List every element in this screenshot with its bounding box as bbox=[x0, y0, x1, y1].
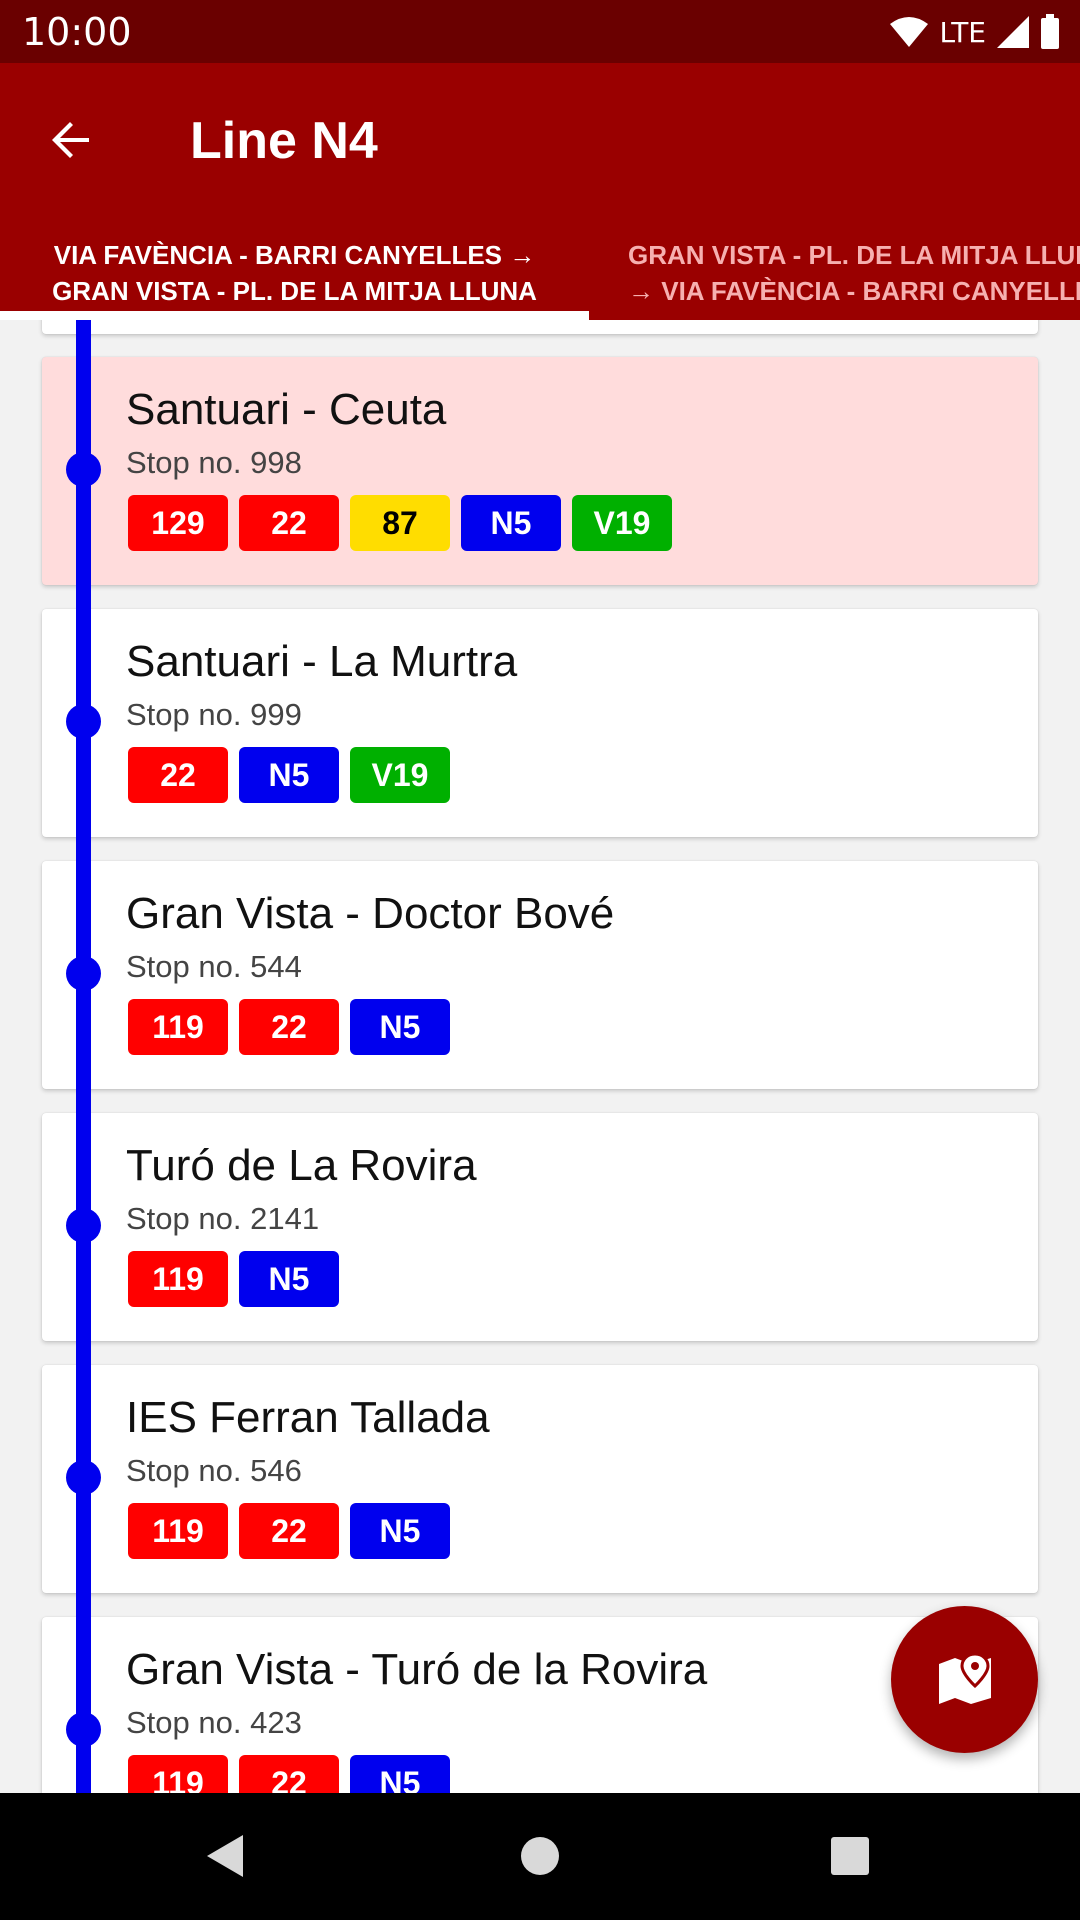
line-badge: 22 bbox=[239, 999, 339, 1055]
list-item[interactable]: Gran Vista - Turó de la Rovira Stop no. 4… bbox=[42, 1617, 1038, 1793]
line-badge: 22 bbox=[239, 1755, 339, 1793]
stop-name: IES Ferran Tallada bbox=[126, 1393, 490, 1442]
list-item[interactable]: Gran Vista - Doctor Bové Stop no. 544 119 2… bbox=[42, 861, 1038, 1089]
list-item[interactable]: Turó de La Rovira Stop no. 2141 119 N5 bbox=[42, 1113, 1038, 1341]
line-badge: 22 bbox=[239, 495, 339, 551]
line-badge: 22 bbox=[128, 747, 228, 803]
status-icons: LTE bbox=[889, 12, 1060, 52]
wifi-icon bbox=[890, 17, 929, 47]
page-title: Line N4 bbox=[190, 112, 378, 170]
map-button[interactable] bbox=[891, 1606, 1038, 1753]
nav-recents-button[interactable] bbox=[815, 1821, 885, 1891]
tab-indicator bbox=[0, 311, 589, 320]
line-badge: 119 bbox=[128, 999, 228, 1055]
route-stop-dot bbox=[66, 1208, 101, 1243]
line-badges: 119 22 N5 bbox=[128, 999, 450, 1055]
direction-tabs: VIA FAVÈNCIA - BARRI CANYELLES → GRAN VI… bbox=[0, 225, 1080, 320]
stop-number: Stop no. 544 bbox=[126, 949, 302, 984]
stop-number: Stop no. 998 bbox=[126, 445, 302, 480]
list-item[interactable]: Santuari - La Murtra Stop no. 999 22 N5 V19 bbox=[42, 609, 1038, 837]
map-pin-icon bbox=[938, 1651, 991, 1704]
nav-back-button[interactable] bbox=[190, 1821, 260, 1891]
circle-home-icon bbox=[521, 1837, 559, 1875]
line-badge: V19 bbox=[572, 495, 672, 551]
status-bar: 10:00 LTE bbox=[0, 0, 1080, 63]
line-badge: N5 bbox=[239, 1251, 339, 1307]
line-badge: 119 bbox=[128, 1251, 228, 1307]
route-stop-dot bbox=[66, 956, 101, 991]
square-recents-icon bbox=[831, 1837, 869, 1875]
network-type: LTE bbox=[939, 15, 986, 49]
signal-icon bbox=[997, 16, 1029, 48]
stop-number: Stop no. 423 bbox=[126, 1705, 302, 1740]
stop-name: Santuari - Ceuta bbox=[126, 385, 447, 434]
stop-name: Turó de La Rovira bbox=[126, 1141, 477, 1190]
arrow-left-icon bbox=[52, 122, 89, 158]
stop-list[interactable]: Santuari - Ceuta Stop no. 998 129 22 87 N5 V19… bbox=[0, 320, 1080, 1793]
line-badge: 119 bbox=[128, 1503, 228, 1559]
list-item[interactable]: IES Ferran Tallada Stop no. 546 119 22 N5 bbox=[42, 1365, 1038, 1593]
line-badge: 129 bbox=[128, 495, 228, 551]
route-stop-dot bbox=[66, 704, 101, 739]
system-nav-bar bbox=[0, 1793, 1080, 1920]
back-button[interactable] bbox=[38, 107, 104, 173]
line-badge: 119 bbox=[128, 1755, 228, 1793]
nav-home-button[interactable] bbox=[505, 1821, 575, 1891]
tab-direction-return[interactable]: GRAN VISTA - PL. DE LA MITJA LLUNA → VIA… bbox=[600, 225, 1080, 320]
stop-name: Gran Vista - Turó de la Rovira bbox=[126, 1645, 708, 1694]
route-stop-dot bbox=[66, 1712, 101, 1747]
line-badge: N5 bbox=[239, 747, 339, 803]
route-stop-dot bbox=[66, 1460, 101, 1495]
line-badge: N5 bbox=[350, 1755, 450, 1793]
line-badges: 119 22 N5 bbox=[128, 1503, 450, 1559]
route-line bbox=[76, 320, 91, 1793]
stop-name: Santuari - La Murtra bbox=[126, 637, 518, 686]
triangle-back-icon bbox=[207, 1835, 243, 1877]
list-item[interactable]: Santuari - Ceuta Stop no. 998 129 22 87 N5 V19 bbox=[42, 357, 1038, 585]
line-badge: 87 bbox=[350, 495, 450, 551]
line-badge: 22 bbox=[239, 1503, 339, 1559]
line-badge: V19 bbox=[350, 747, 450, 803]
route-stop-dot bbox=[66, 452, 101, 487]
line-badges: 119 N5 bbox=[128, 1251, 339, 1307]
stop-number: Stop no. 2141 bbox=[126, 1201, 320, 1236]
line-badge: N5 bbox=[461, 495, 561, 551]
app-bar: Line N4 VIA FAVÈNCIA - BARRI CANYELLES →… bbox=[0, 63, 1080, 320]
stop-number: Stop no. 999 bbox=[126, 697, 302, 732]
tab-label: GRAN VISTA - PL. DE LA MITJA LLUNA → VIA… bbox=[628, 239, 1080, 306]
line-badge: N5 bbox=[350, 1503, 450, 1559]
line-badge: N5 bbox=[350, 999, 450, 1055]
line-badges: 22 N5 V19 bbox=[128, 747, 450, 803]
tab-label: VIA FAVÈNCIA - BARRI CANYELLES → GRAN VI… bbox=[52, 239, 537, 306]
status-time: 10:00 bbox=[22, 10, 132, 54]
line-badges: 119 22 N5 bbox=[128, 1755, 450, 1793]
stop-name: Gran Vista - Doctor Bové bbox=[126, 889, 615, 938]
battery-icon bbox=[1041, 14, 1059, 49]
list-item[interactable] bbox=[42, 320, 1038, 334]
tab-direction-outbound[interactable]: VIA FAVÈNCIA - BARRI CANYELLES → GRAN VI… bbox=[0, 225, 589, 320]
line-badges: 129 22 87 N5 V19 bbox=[128, 495, 672, 551]
stop-number: Stop no. 546 bbox=[126, 1453, 302, 1488]
